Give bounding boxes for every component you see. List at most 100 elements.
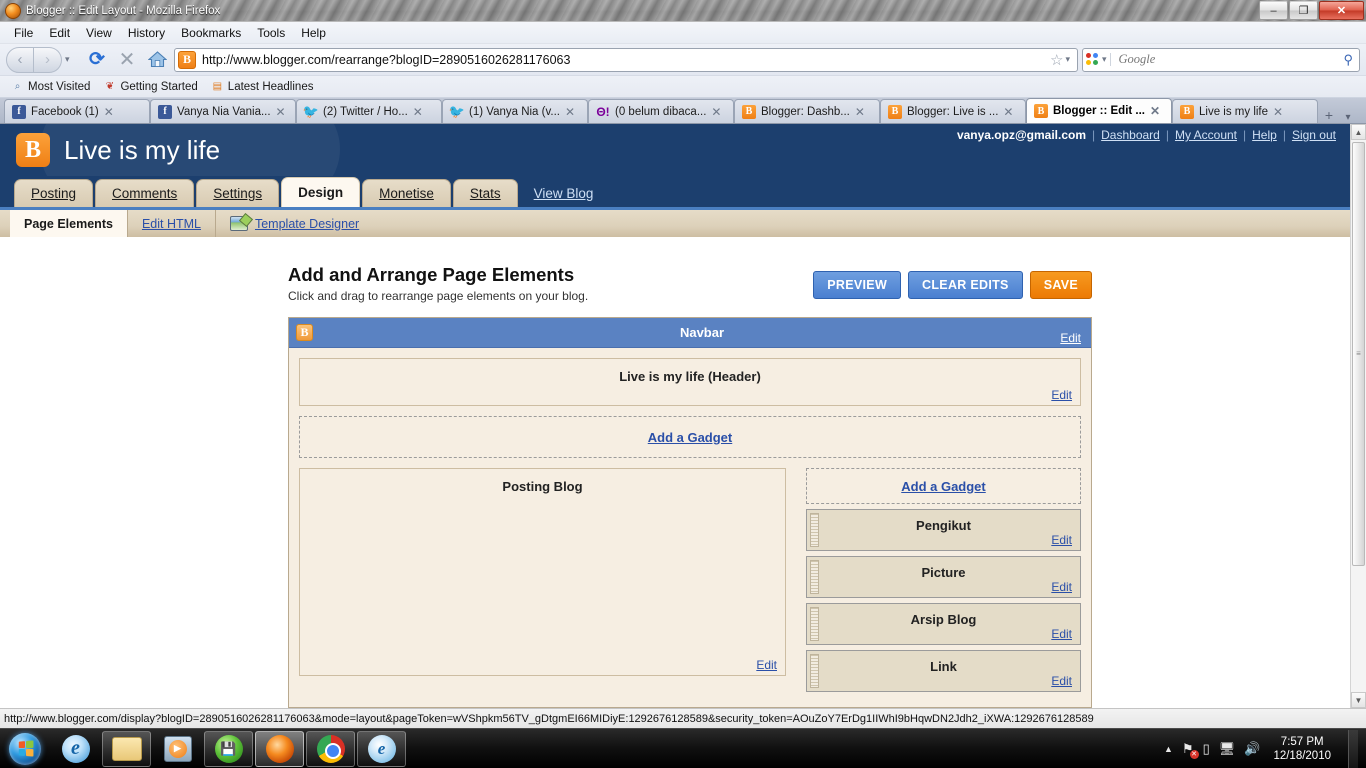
tab-monetise[interactable]: Monetise xyxy=(362,179,451,207)
search-bar[interactable]: ▾ Google ⚲ xyxy=(1082,47,1360,72)
forward-button[interactable]: › xyxy=(34,46,62,73)
my-account-link[interactable]: My Account xyxy=(1175,128,1237,142)
preview-button[interactable]: PREVIEW xyxy=(813,271,902,299)
tab-comments[interactable]: Comments xyxy=(95,179,195,207)
window-controls[interactable]: – ❐ ✕ xyxy=(1258,1,1364,20)
sign-out-link[interactable]: Sign out xyxy=(1292,128,1336,142)
edit-html-link[interactable]: Edit HTML xyxy=(142,217,201,231)
browser-tab-0[interactable]: f Facebook (1) ✕ xyxy=(4,99,150,123)
menu-help[interactable]: Help xyxy=(293,24,334,42)
show-hidden-icons-button[interactable]: ▲ xyxy=(1164,744,1173,754)
browser-tab-6[interactable]: B Blogger: Live is ... ✕ xyxy=(880,99,1026,123)
scroll-up-button[interactable]: ▲ xyxy=(1351,124,1366,140)
browser-tab-1[interactable]: f Vanya Nia Vania... ✕ xyxy=(150,99,296,123)
minimize-button[interactable]: – xyxy=(1259,1,1288,20)
add-gadget-sidebar[interactable]: Add a Gadget xyxy=(806,468,1081,504)
gadget-edit-link[interactable]: Edit xyxy=(1051,627,1072,641)
scrollbar-thumb[interactable]: ≡ xyxy=(1352,142,1365,566)
add-gadget-top[interactable]: Add a Gadget xyxy=(299,416,1081,458)
gadget-arsip-blog[interactable]: Arsip Blog Edit xyxy=(806,603,1081,645)
add-gadget-link[interactable]: Add a Gadget xyxy=(648,430,733,445)
gadget-pengikut[interactable]: Pengikut Edit xyxy=(806,509,1081,551)
tab-close-icon[interactable]: ✕ xyxy=(855,105,865,119)
close-button[interactable]: ✕ xyxy=(1319,1,1364,20)
volume-icon[interactable]: 🔊 xyxy=(1244,741,1260,757)
gadget-edit-link[interactable]: Edit xyxy=(1051,533,1072,547)
gadget-link[interactable]: Link Edit xyxy=(806,650,1081,692)
save-button[interactable]: SAVE xyxy=(1029,271,1092,299)
gadget-edit-link[interactable]: Edit xyxy=(1051,674,1072,688)
tab-close-icon[interactable]: ✕ xyxy=(276,105,286,119)
taskbar-internet-explorer[interactable]: e xyxy=(51,731,100,767)
search-engine-selector[interactable]: ▾ xyxy=(1083,53,1111,66)
scroll-down-button[interactable]: ▼ xyxy=(1351,692,1366,708)
gadget-edit-link[interactable]: Edit xyxy=(1051,580,1072,594)
browser-tab-5[interactable]: B Blogger: Dashb... ✕ xyxy=(734,99,880,123)
subnav-page-elements[interactable]: Page Elements xyxy=(10,210,128,237)
menu-file[interactable]: File xyxy=(6,24,41,42)
subnav-edit-html[interactable]: Edit HTML xyxy=(128,210,216,237)
network-icon[interactable]: ⚑ ✕ xyxy=(1182,741,1199,759)
taskbar-ie-window[interactable]: e xyxy=(357,730,406,767)
url-dropdown-icon[interactable]: ▾ xyxy=(1065,54,1074,65)
stop-button[interactable]: ✕ xyxy=(114,47,140,73)
tab-design[interactable]: Design xyxy=(281,177,361,207)
navbar-element[interactable]: B Navbar Edit xyxy=(289,318,1091,348)
tab-close-icon[interactable]: ✕ xyxy=(1150,104,1160,118)
home-button[interactable] xyxy=(144,47,170,73)
action-center-icon[interactable]: 🖥 xyxy=(1219,741,1236,757)
new-tab-button[interactable]: + xyxy=(1318,107,1340,123)
main-column-element[interactable]: Posting Blog Edit xyxy=(299,468,786,676)
tab-close-icon[interactable]: ✕ xyxy=(1003,105,1013,119)
menu-bookmarks[interactable]: Bookmarks xyxy=(173,24,249,42)
bookmark-star-icon[interactable]: ☆ xyxy=(1048,51,1065,69)
url-bar[interactable]: B http://www.blogger.com/rearrange?blogI… xyxy=(174,47,1078,72)
browser-tab-4[interactable]: Θ! (0 belum dibaca... ✕ xyxy=(588,99,734,123)
dashboard-link[interactable]: Dashboard xyxy=(1101,128,1160,142)
tab-close-icon[interactable]: ✕ xyxy=(104,105,114,119)
url-input[interactable]: http://www.blogger.com/rearrange?blogID=… xyxy=(196,53,1048,67)
add-gadget-link[interactable]: Add a Gadget xyxy=(901,479,986,494)
maximize-button[interactable]: ❐ xyxy=(1289,1,1318,20)
tab-posting[interactable]: Posting xyxy=(14,179,94,207)
page-scrollbar[interactable]: ▲ ≡ ▼ xyxy=(1350,124,1366,708)
bookmark-getting-started[interactable]: ❦ Getting Started xyxy=(98,79,202,94)
search-engine-dropdown-icon[interactable]: ▾ xyxy=(1102,54,1107,65)
menu-view[interactable]: View xyxy=(78,24,120,42)
template-designer-link[interactable]: Template Designer xyxy=(255,217,359,231)
taskbar-windows-explorer[interactable] xyxy=(102,730,151,767)
browser-tab-8[interactable]: B Live is my life ✕ xyxy=(1172,99,1318,123)
clear-edits-button[interactable]: CLEAR EDITS xyxy=(908,271,1023,299)
taskbar-clock[interactable]: 7:57 PM 12/18/2010 xyxy=(1269,735,1335,763)
gadget-picture[interactable]: Picture Edit xyxy=(806,556,1081,598)
browser-tab-2[interactable]: 🐦 (2) Twitter / Ho... ✕ xyxy=(296,99,442,123)
browser-tab-3[interactable]: 🐦 (1) Vanya Nia (v... ✕ xyxy=(442,99,588,123)
back-forward-group[interactable]: ‹ › ▾ xyxy=(6,46,80,73)
tab-close-icon[interactable]: ✕ xyxy=(711,105,721,119)
tab-close-icon[interactable]: ✕ xyxy=(413,105,423,119)
scrollbar-track[interactable]: ≡ xyxy=(1351,140,1366,692)
back-button[interactable]: ‹ xyxy=(6,46,34,73)
tab-close-icon[interactable]: ✕ xyxy=(1273,105,1283,119)
battery-icon[interactable]: ▯ xyxy=(1203,741,1210,757)
search-input[interactable]: Google xyxy=(1111,52,1344,67)
taskbar-windows-media-player[interactable]: ▶ xyxy=(153,731,202,767)
reload-button[interactable]: ⟳ xyxy=(84,47,110,73)
bookmark-most-visited[interactable]: ⌕ Most Visited xyxy=(6,79,95,94)
taskbar-green-app[interactable]: 💾 xyxy=(204,730,253,767)
taskbar-google-chrome[interactable] xyxy=(306,730,355,767)
subnav-template-designer[interactable]: Template Designer xyxy=(216,210,373,237)
view-blog-link[interactable]: View Blog xyxy=(534,186,594,201)
bookmark-latest-headlines[interactable]: ▤ Latest Headlines xyxy=(206,79,319,94)
main-column-edit-link[interactable]: Edit xyxy=(756,658,777,672)
menu-history[interactable]: History xyxy=(120,24,173,42)
menu-tools[interactable]: Tools xyxy=(249,24,293,42)
help-link[interactable]: Help xyxy=(1252,128,1277,142)
tab-settings[interactable]: Settings xyxy=(196,179,280,207)
navbar-edit-link[interactable]: Edit xyxy=(1060,331,1081,345)
menu-edit[interactable]: Edit xyxy=(41,24,78,42)
header-edit-link[interactable]: Edit xyxy=(1051,388,1072,402)
taskbar-firefox[interactable] xyxy=(255,730,304,767)
history-dropdown-icon[interactable]: ▾ xyxy=(65,54,70,65)
tab-stats[interactable]: Stats xyxy=(452,179,518,207)
